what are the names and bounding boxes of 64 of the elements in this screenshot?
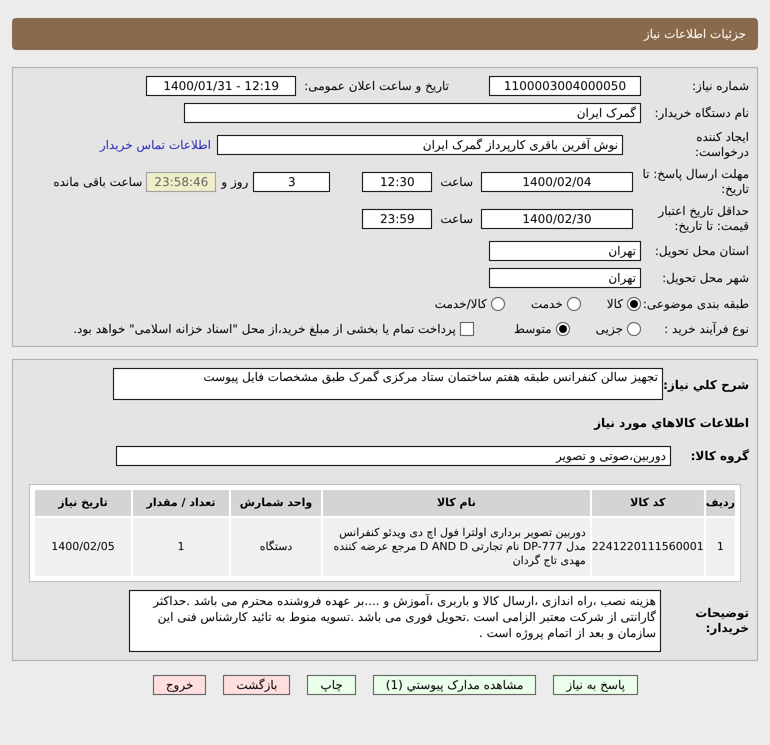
field-label: ساعت باقی مانده	[53, 174, 142, 190]
field-label: شرح کلي نياز:	[663, 378, 749, 393]
input-field[interactable]: گمرک ایران	[184, 103, 641, 123]
radio-button[interactable]	[490, 297, 505, 311]
input-field[interactable]: 1400/02/04	[481, 172, 633, 192]
radio-label: کالا/خدمت	[434, 296, 487, 313]
field-label: شهر محل تحویل:	[661, 270, 749, 286]
column-header: تاریخ نیاز	[35, 490, 131, 516]
action-button[interactable]: بازگشت	[223, 675, 290, 695]
table-cell: 1	[706, 518, 735, 576]
column-header: واحد شمارش	[231, 490, 321, 516]
radio-button[interactable]	[556, 322, 570, 336]
field-label: ایجاد کننده درخواست:	[694, 130, 749, 160]
radio-label: متوسط	[514, 321, 552, 338]
radio-button[interactable]	[627, 297, 641, 311]
table-cell: 2241220111560001	[592, 518, 704, 576]
input-field[interactable]: 1400/02/30	[481, 209, 633, 229]
column-header: نام کالا	[323, 490, 590, 516]
description-box: تجهیز سالن کنفرانس طبقه هفتم ساختمان ستاد مرکزی گمرک طبق مشخصات فایل پیوست	[113, 368, 663, 400]
action-button[interactable]: پاسخ به نیاز	[553, 675, 638, 695]
column-header: کد کالا	[592, 490, 704, 516]
table-cell: 1	[133, 518, 229, 576]
section-heading: اطلاعات کالاهاي مورد نياز	[594, 415, 749, 432]
radio-label: جزیی	[596, 321, 623, 338]
input-field[interactable]: 1400/01/31 - 12:19	[146, 76, 296, 96]
input-field[interactable]: تهران	[489, 241, 641, 261]
field-label: نوع فرآیند خرید :	[663, 322, 749, 336]
header-bar: جزئیات اطلاعات نیاز	[12, 18, 758, 50]
input-field[interactable]: 1100003004000050	[489, 76, 641, 96]
contact-link[interactable]: اطلاعات تماس خریدار	[100, 136, 211, 154]
column-header: تعداد / مقدار	[133, 490, 229, 516]
field-label: ساعت	[440, 212, 473, 226]
radio-label: خدمت	[530, 296, 563, 313]
input-field[interactable]: 3	[253, 172, 330, 192]
input-field[interactable]: 23:59	[362, 209, 432, 229]
radio-label: کالا	[606, 296, 623, 313]
field-label: توضیحات خریدار:	[694, 606, 749, 636]
action-button[interactable]: چاپ	[307, 675, 356, 695]
table-cell: 1400/02/05	[35, 518, 131, 576]
buyer-notes-box: هزینه نصب ،راه اندازی ،ارسال کالا و باربری ،آموزش و ....بر عهده فروشنده محترم می باشد .حداکثر گارانتی از شرکت معتبر الزامی است .تحویل فوری می باشد .تسویه منوط به تائید کارشناس فنی این سازمان و بعد از اتمام پروژه است .	[129, 590, 661, 652]
field-label: گروه کالا:	[690, 448, 749, 464]
action-button[interactable]: خروج	[152, 675, 206, 695]
field-label: طبقه بندی موضوعی:	[642, 296, 749, 312]
field-label: شماره نیاز:	[691, 78, 749, 94]
action-button[interactable]: مشاهده مدارک پیوستي (1)	[372, 675, 536, 695]
radio-button[interactable]	[627, 322, 641, 336]
field-label: نام دستگاه خریدار:	[654, 106, 749, 120]
input-field[interactable]: تهران	[489, 268, 641, 288]
table-cell: دستگاه	[231, 518, 321, 576]
input-field[interactable]: 12:30	[362, 172, 432, 192]
field-label: استان محل تحویل:	[654, 244, 749, 258]
table-cell: دوربین تصویر برداری اولترا فول اچ دی ویدئو کنفرانس مدل DP-777 نام تجارتی D AND D مرجع عرضه کننده مهدی تاج گردان	[323, 518, 590, 576]
radio-button[interactable]	[566, 297, 581, 311]
field-label: مهلت ارسال پاسخ: تا تاریخ:	[641, 167, 749, 197]
checkbox-label: پرداخت تمام یا بخشی از مبلغ خرید،از محل "اسناد خزانه اسلامی" خواهد بود.	[73, 321, 456, 338]
field-label: روز و	[221, 174, 248, 190]
remaining-time: 23:58:46	[146, 172, 216, 192]
column-header: ردیف	[706, 490, 735, 516]
field-label: تاریخ و ساعت اعلان عمومی:	[304, 78, 449, 94]
field-label: حداقل تاریخ اعتبار قیمت: تا تاریخ:	[656, 204, 749, 234]
field-label: ساعت	[440, 174, 473, 190]
checkbox[interactable]	[460, 322, 474, 336]
input-field[interactable]: نوش آفرین باقری کارپرداز گمرک ایران	[217, 135, 623, 155]
input-field[interactable]: دوربین،صوتی و تصویر	[116, 446, 671, 466]
